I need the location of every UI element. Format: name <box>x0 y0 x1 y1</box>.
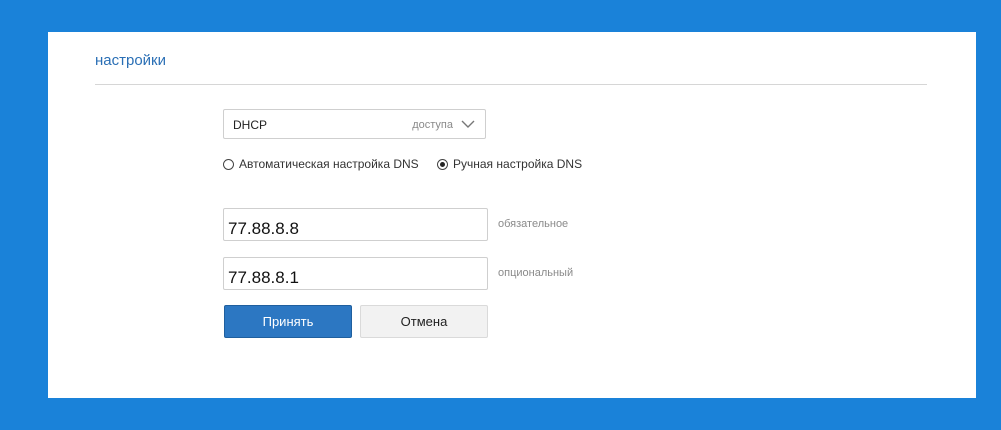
connection-type-value: DHCP <box>233 118 268 132</box>
settings-panel: настройки DHCP доступа Автоматическая на… <box>48 32 976 398</box>
primary-dns-input[interactable] <box>223 208 488 241</box>
dns-manual-radio[interactable] <box>437 158 448 170</box>
panel-title: настройки <box>95 52 167 69</box>
primary-dns-hint: обязательное <box>498 218 569 230</box>
secondary-dns-input[interactable] <box>223 257 488 290</box>
connection-type-hint: доступа <box>412 119 453 131</box>
dns-manual-label: Ручная настройка DNS <box>453 157 583 171</box>
dns-manual-option[interactable]: Ручная настройка DNS <box>437 157 582 171</box>
secondary-dns-hint: опциональный <box>498 267 574 279</box>
dns-auto-option[interactable]: Автоматическая настройка DNS <box>223 157 419 171</box>
chevron-down-icon <box>461 120 475 128</box>
cancel-button[interactable]: Отмена <box>360 305 488 338</box>
connection-type-select[interactable]: DHCP доступа <box>223 109 486 139</box>
dns-auto-radio[interactable] <box>223 158 234 170</box>
header-divider <box>95 84 927 85</box>
accept-button[interactable]: Принять <box>224 305 352 338</box>
dns-auto-label: Автоматическая настройка DNS <box>239 157 419 171</box>
